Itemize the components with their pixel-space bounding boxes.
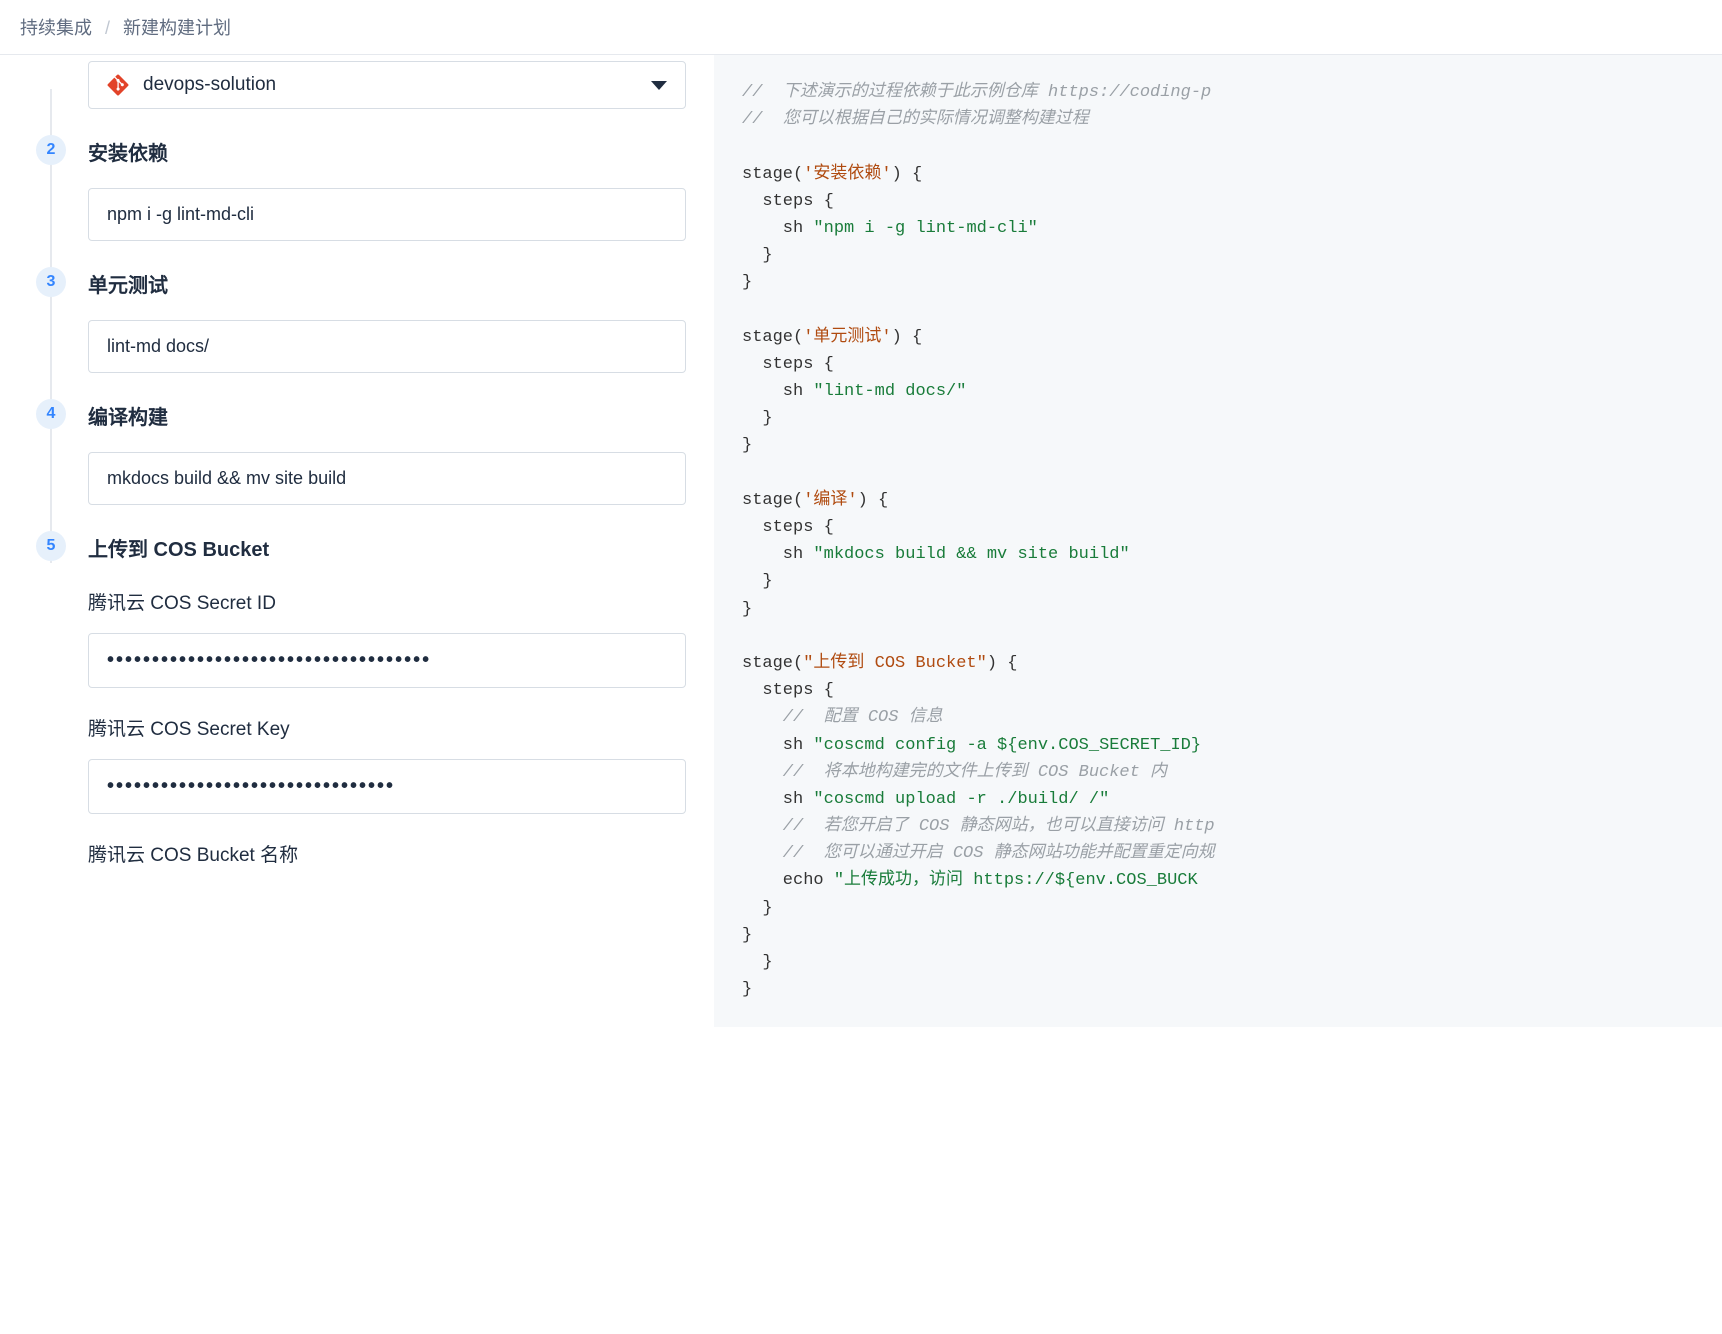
code-token: stage( (742, 654, 803, 673)
breadcrumb-sep: / (105, 18, 110, 38)
code-string: "npm i -g lint-md-cli" (813, 219, 1037, 238)
step-number-4: 4 (36, 399, 66, 429)
repo-select[interactable]: devops-solution (88, 61, 686, 109)
code-preview: // 下述演示的过程依赖于此示例仓库 https://coding-p // 您… (714, 55, 1722, 1027)
code-token: } (742, 899, 773, 918)
code-string: '安装依赖' (803, 165, 891, 184)
code-comment: // 若您开启了 COS 静态网站，也可以直接访问 http (742, 817, 1215, 836)
code-string: "上传到 COS Bucket" (803, 654, 987, 673)
code-comment: // 配置 COS 信息 (742, 708, 943, 727)
code-token: } (742, 953, 773, 972)
code-token: stage( (742, 491, 803, 510)
step-title-upload-cos: 上传到 COS Bucket (88, 533, 686, 562)
step-title-build: 编译构建 (88, 401, 686, 430)
breadcrumb-current: 新建构建计划 (123, 18, 231, 38)
code-token: } (742, 273, 752, 292)
code-string: "mkdocs build && mv site build" (813, 545, 1129, 564)
code-token: ) { (858, 491, 889, 510)
cos-secret-id-label: 腾讯云 COS Secret ID (88, 588, 686, 615)
code-string: '单元测试' (803, 328, 891, 347)
code-token: steps { (742, 681, 834, 700)
code-token: steps { (742, 192, 834, 211)
code-comment: // 将本地构建完的文件上传到 COS Bucket 内 (742, 763, 1167, 782)
breadcrumb: 持续集成 / 新建构建计划 (0, 0, 1722, 55)
code-token: steps { (742, 355, 834, 374)
repo-select-value: devops-solution (143, 74, 276, 96)
git-icon (107, 74, 129, 96)
code-token: } (742, 409, 773, 428)
build-input[interactable] (88, 452, 686, 505)
form-column: devops-solution 2 安装依赖 3 单元测试 (0, 55, 714, 1027)
code-string: "coscmd config -a ${env.COS_SECRET_ID} (813, 736, 1201, 755)
code-token: } (742, 572, 773, 591)
code-token: stage( (742, 165, 803, 184)
code-token: sh (742, 219, 813, 238)
code-token: sh (742, 382, 813, 401)
cos-bucket-label: 腾讯云 COS Bucket 名称 (88, 840, 686, 867)
code-string: "coscmd upload -r ./build/ /" (813, 790, 1109, 809)
code-token: ) { (892, 165, 923, 184)
step-title-unit-test: 单元测试 (88, 269, 686, 298)
code-token: echo (742, 871, 834, 890)
chevron-down-icon (651, 81, 667, 90)
code-token: steps { (742, 518, 834, 537)
code-comment: // 您可以通过开启 COS 静态网站功能并配置重定向规 (742, 844, 1215, 863)
code-token: } (742, 436, 752, 455)
cos-secret-key-input[interactable]: •••••••••••••••••••••••••••••••• (88, 759, 686, 814)
code-comment: // 您可以根据自己的实际情况调整构建过程 (742, 110, 1089, 129)
unit-test-input[interactable] (88, 320, 686, 373)
code-string: "上传成功，访问 https://${env.COS_BUCK (834, 871, 1198, 890)
code-token: ) { (987, 654, 1018, 673)
step-number-5: 5 (36, 531, 66, 561)
code-token: } (742, 926, 752, 945)
code-string: '编译' (803, 491, 857, 510)
step-number-2: 2 (36, 135, 66, 165)
code-comment: // 下述演示的过程依赖于此示例仓库 https://coding-p (742, 83, 1211, 102)
install-deps-input[interactable] (88, 188, 686, 241)
code-token: sh (742, 736, 813, 755)
cos-secret-key-label: 腾讯云 COS Secret Key (88, 714, 686, 741)
code-token: sh (742, 790, 813, 809)
code-token: ) { (892, 328, 923, 347)
cos-secret-id-input[interactable]: •••••••••••••••••••••••••••••••••••• (88, 633, 686, 688)
code-token: } (742, 246, 773, 265)
step-title-install-deps: 安装依赖 (88, 137, 686, 166)
code-string: "lint-md docs/" (813, 382, 966, 401)
code-token: stage( (742, 328, 803, 347)
code-token: sh (742, 545, 813, 564)
step-number-3: 3 (36, 267, 66, 297)
code-token: } (742, 980, 752, 999)
code-token: } (742, 600, 752, 619)
breadcrumb-parent[interactable]: 持续集成 (20, 18, 92, 38)
